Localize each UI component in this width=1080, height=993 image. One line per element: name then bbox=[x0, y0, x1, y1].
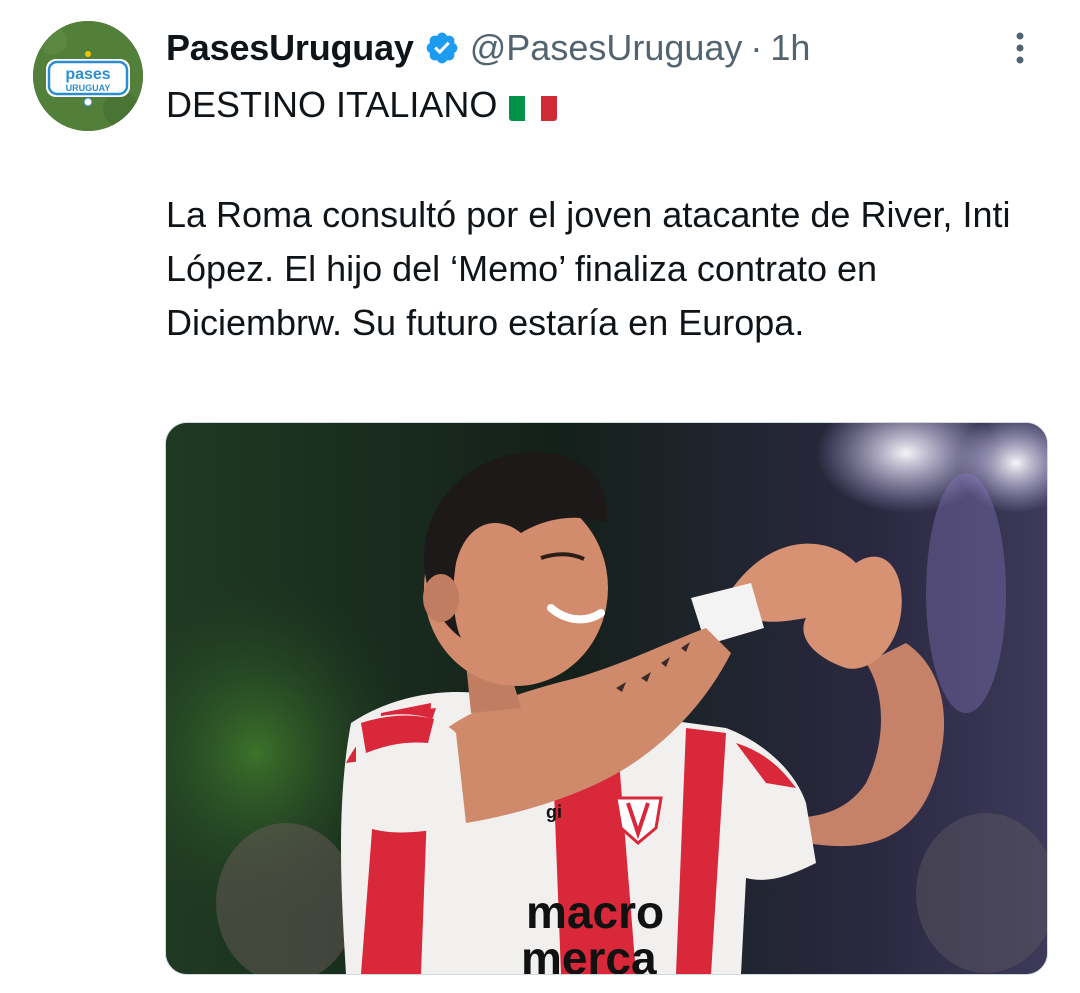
more-vertical-icon[interactable] bbox=[1000, 28, 1040, 68]
player-photo: gi macro merca bbox=[166, 423, 1047, 974]
tweet-text: DESTINO ITALIANO La Roma consultó por el… bbox=[166, 78, 1026, 350]
tweet-headline: DESTINO ITALIANO bbox=[166, 84, 498, 125]
jersey-sponsor-line1: macro bbox=[526, 886, 664, 938]
jersey-brand: gi bbox=[546, 802, 562, 822]
separator-dot: · bbox=[750, 27, 763, 68]
avatar-text-line2: URUGUAY bbox=[66, 83, 111, 93]
timestamp[interactable]: 1h bbox=[770, 27, 810, 69]
tweet-media-image[interactable]: gi macro merca bbox=[165, 422, 1048, 975]
tweet-header: PasesUruguay @PasesUruguay · 1h bbox=[166, 24, 1050, 72]
avatar-logo: pases URUGUAY bbox=[33, 21, 143, 131]
italy-flag-icon bbox=[509, 89, 558, 121]
tweet-card[interactable]: pases URUGUAY PasesUruguay @PasesUruguay… bbox=[0, 0, 1080, 993]
tweet-body: La Roma consultó por el joven atacante d… bbox=[166, 194, 1011, 343]
jersey-sponsor-line2: merca bbox=[521, 932, 657, 974]
avatar[interactable]: pases URUGUAY bbox=[33, 21, 143, 131]
handle[interactable]: @PasesUruguay bbox=[470, 27, 743, 69]
display-name[interactable]: PasesUruguay bbox=[166, 27, 414, 69]
avatar-text-line1: pases bbox=[65, 66, 110, 83]
verified-badge-icon[interactable] bbox=[424, 30, 460, 66]
